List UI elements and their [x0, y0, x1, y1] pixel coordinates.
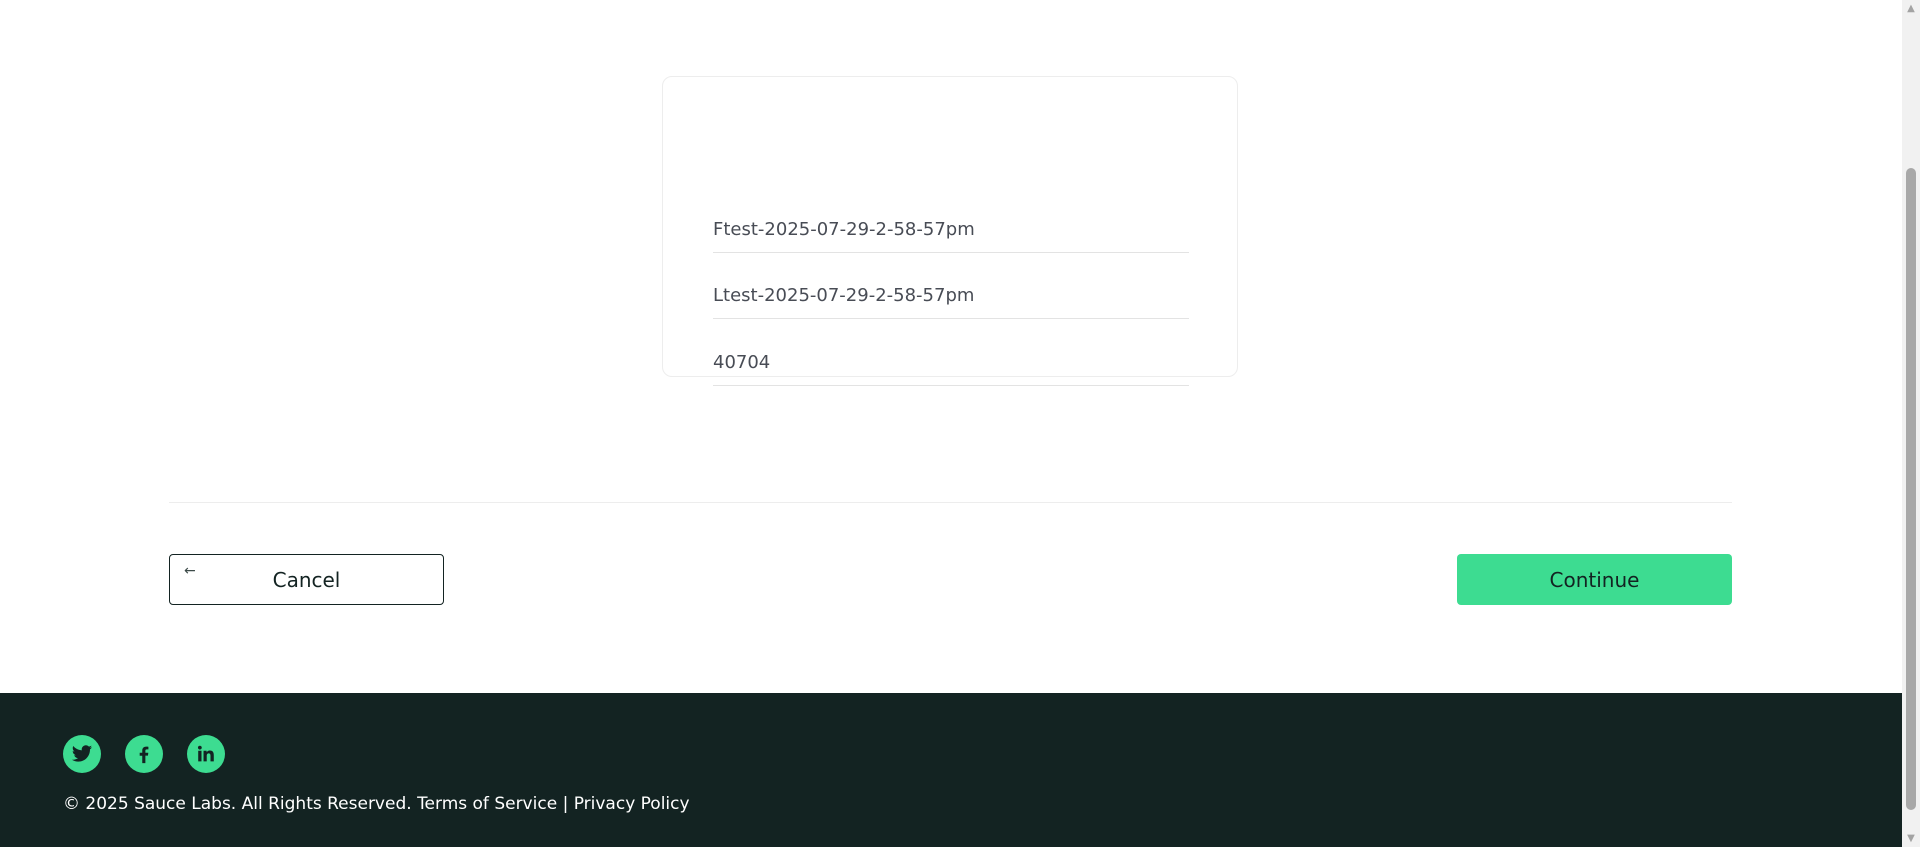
cancel-label: Cancel	[272, 567, 341, 592]
footer-separator: |	[562, 794, 569, 814]
last-name-field-wrapper	[713, 253, 1189, 319]
cancel-button[interactable]: ← Cancel	[169, 554, 444, 605]
last-name-input[interactable]	[713, 285, 1189, 306]
scroll-up-icon[interactable]: ▲	[1902, 0, 1920, 17]
vertical-scrollbar[interactable]: ▲ ▼	[1902, 0, 1920, 847]
first-name-field-wrapper	[713, 187, 1189, 253]
linkedin-icon-glyph	[197, 745, 214, 762]
checkout-info-card	[662, 76, 1238, 386]
actions-divider	[169, 502, 1732, 503]
twitter-icon-glyph	[71, 745, 93, 762]
twitter-icon[interactable]	[63, 735, 101, 773]
checkout-page: ← Cancel Continue © 2025 Sauce Labs. All…	[0, 0, 1902, 847]
linkedin-icon[interactable]	[187, 735, 225, 773]
postal-code-field-wrapper	[713, 320, 1189, 386]
footer: © 2025 Sauce Labs. All Rights Reserved. …	[0, 693, 1902, 847]
privacy-policy-link[interactable]: Privacy Policy	[574, 794, 690, 814]
scroll-thumb[interactable]	[1906, 168, 1916, 810]
scroll-down-icon[interactable]: ▼	[1902, 830, 1920, 847]
facebook-icon[interactable]	[125, 735, 163, 773]
continue-button[interactable]: Continue	[1457, 554, 1732, 605]
footer-copyright: © 2025 Sauce Labs. All Rights Reserved. …	[63, 794, 690, 814]
copyright-text: © 2025 Sauce Labs. All Rights Reserved.	[63, 794, 412, 814]
continue-label: Continue	[1549, 567, 1640, 592]
first-name-input[interactable]	[713, 219, 1189, 240]
terms-of-service-link[interactable]: Terms of Service	[417, 794, 557, 814]
postal-code-input[interactable]	[713, 352, 1189, 373]
facebook-icon-glyph	[139, 746, 149, 764]
